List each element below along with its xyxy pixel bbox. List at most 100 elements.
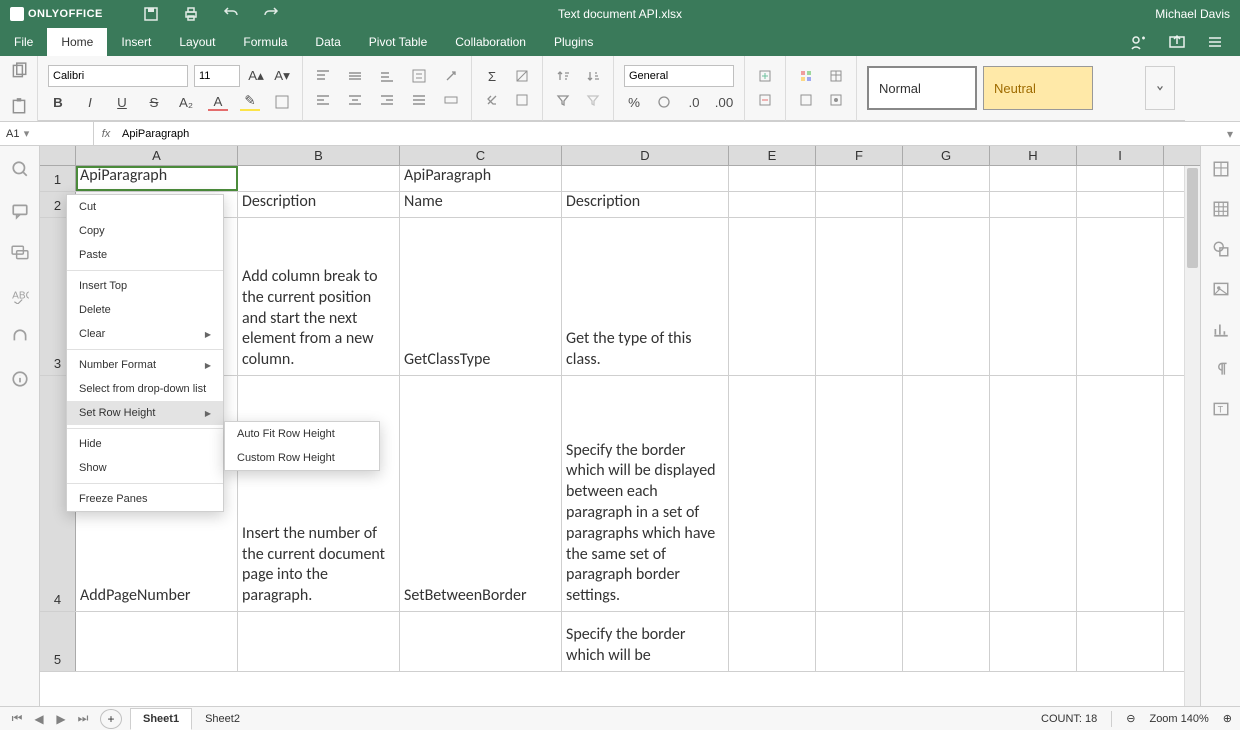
ctx-set-row-height[interactable]: Set Row Height▶ [67, 401, 223, 425]
cell[interactable]: Name [400, 192, 562, 217]
cell[interactable]: ApiParagraph [76, 166, 238, 191]
print-icon[interactable] [183, 6, 199, 22]
row-header[interactable]: 1 [40, 166, 76, 191]
chart-settings-icon[interactable] [1212, 320, 1230, 338]
cell[interactable]: GetClassType [400, 218, 562, 375]
format-cells-icon[interactable] [826, 91, 846, 109]
shape-settings-icon[interactable] [1212, 240, 1230, 258]
accounting-icon[interactable] [654, 93, 674, 111]
wrap-text-icon[interactable] [409, 67, 429, 85]
filter-clear-icon[interactable] [583, 91, 603, 109]
decrease-decimal-icon[interactable]: .0 [684, 93, 704, 111]
zoom-out-icon[interactable]: ⊖ [1126, 712, 1135, 725]
menu-pivot-table[interactable]: Pivot Table [355, 28, 441, 56]
italic-icon[interactable]: I [80, 93, 100, 111]
copy-icon[interactable] [9, 62, 29, 80]
add-sheet-button[interactable]: + [100, 709, 122, 729]
cell[interactable] [990, 166, 1077, 191]
cell[interactable]: Specify the border which will be [562, 612, 729, 671]
sheet-tab[interactable]: Sheet2 [192, 708, 253, 730]
menu-layout[interactable]: Layout [165, 28, 229, 56]
align-right-icon[interactable] [377, 91, 397, 109]
paste-icon[interactable] [9, 97, 29, 115]
ctx-select-from-drop-down-list[interactable]: Select from drop-down list [67, 377, 223, 401]
ctx-copy[interactable]: Copy [67, 219, 223, 243]
cell[interactable] [903, 192, 990, 217]
cell[interactable] [816, 166, 903, 191]
ctx-show[interactable]: Show [67, 456, 223, 480]
font-family-select[interactable] [48, 65, 188, 87]
next-sheet-icon[interactable]: ▶ [52, 710, 70, 728]
ctx-auto-fit-row-height[interactable]: Auto Fit Row Height [225, 422, 379, 446]
undo-icon[interactable] [223, 6, 239, 22]
menu-home[interactable]: Home [47, 28, 107, 56]
menu-formula[interactable]: Formula [229, 28, 301, 56]
bold-icon[interactable]: B [48, 93, 68, 111]
cell-style-icon[interactable] [796, 91, 816, 109]
cell[interactable] [1077, 218, 1164, 375]
decrease-font-icon[interactable]: A▾ [272, 67, 292, 85]
paragraph-settings-icon[interactable] [1212, 360, 1230, 378]
style-neutral[interactable]: Neutral [983, 66, 1093, 110]
ctx-number-format[interactable]: Number Format▶ [67, 353, 223, 377]
about-icon[interactable] [11, 370, 29, 388]
zoom-in-icon[interactable]: ⊕ [1223, 712, 1232, 725]
cell[interactable]: Get the type of this class. [562, 218, 729, 375]
ctx-insert-top[interactable]: Insert Top [67, 274, 223, 298]
ctx-hide[interactable]: Hide [67, 432, 223, 456]
prev-sheet-icon[interactable]: ◀ [30, 710, 48, 728]
menu-plugins[interactable]: Plugins [540, 28, 607, 56]
justify-icon[interactable] [409, 91, 429, 109]
menu-data[interactable]: Data [301, 28, 354, 56]
cell[interactable] [238, 166, 400, 191]
style-normal[interactable]: Normal [867, 66, 977, 110]
open-location-icon[interactable] [1168, 33, 1186, 51]
cell[interactable] [903, 612, 990, 671]
cell[interactable] [238, 612, 400, 671]
chat-icon[interactable] [11, 244, 29, 262]
column-header[interactable]: G [903, 146, 990, 165]
styles-dropdown[interactable] [1145, 66, 1175, 110]
cell[interactable] [1077, 192, 1164, 217]
fill-icon[interactable] [512, 67, 532, 85]
named-range-icon[interactable] [512, 91, 532, 109]
cell[interactable] [729, 612, 816, 671]
column-header[interactable]: A [76, 146, 238, 165]
cell[interactable] [1077, 612, 1164, 671]
font-size-select[interactable] [194, 65, 240, 87]
increase-decimal-icon[interactable]: .00 [714, 93, 734, 111]
vertical-scrollbar[interactable] [1184, 166, 1200, 706]
cell[interactable] [903, 218, 990, 375]
image-settings-icon[interactable] [1212, 280, 1230, 298]
cell[interactable] [729, 376, 816, 611]
cell[interactable] [729, 166, 816, 191]
column-header[interactable]: D [562, 146, 729, 165]
cell[interactable]: Add column break to the current position… [238, 218, 400, 375]
cell[interactable] [76, 612, 238, 671]
cell[interactable] [729, 192, 816, 217]
cell[interactable] [903, 166, 990, 191]
conditional-format-icon[interactable] [796, 67, 816, 85]
save-icon[interactable] [143, 6, 159, 22]
cell[interactable]: SetBetweenBorder [400, 376, 562, 611]
expand-formula-icon[interactable]: ▾ [1220, 127, 1240, 141]
ctx-custom-row-height[interactable]: Custom Row Height [225, 446, 379, 470]
table-settings-icon[interactable] [1212, 200, 1230, 218]
column-header[interactable]: C [400, 146, 562, 165]
align-middle-icon[interactable] [345, 67, 365, 85]
redo-icon[interactable] [263, 6, 279, 22]
sheet-tab[interactable]: Sheet1 [130, 708, 192, 730]
sum-icon[interactable]: Σ [482, 67, 502, 85]
font-color-icon[interactable]: A [208, 93, 228, 111]
ctx-paste[interactable]: Paste [67, 243, 223, 267]
highlight-icon[interactable]: ✎ [240, 93, 260, 111]
cell[interactable] [816, 192, 903, 217]
strike-icon[interactable]: S [144, 93, 164, 111]
cell[interactable] [990, 218, 1077, 375]
cell[interactable]: Specify the border which will be display… [562, 376, 729, 611]
cell[interactable]: ApiParagraph [400, 166, 562, 191]
formula-input[interactable] [118, 122, 1220, 145]
cell-reference-box[interactable]: A1▾ [0, 122, 94, 145]
ctx-delete[interactable]: Delete [67, 298, 223, 322]
textart-settings-icon[interactable]: T [1212, 400, 1230, 418]
